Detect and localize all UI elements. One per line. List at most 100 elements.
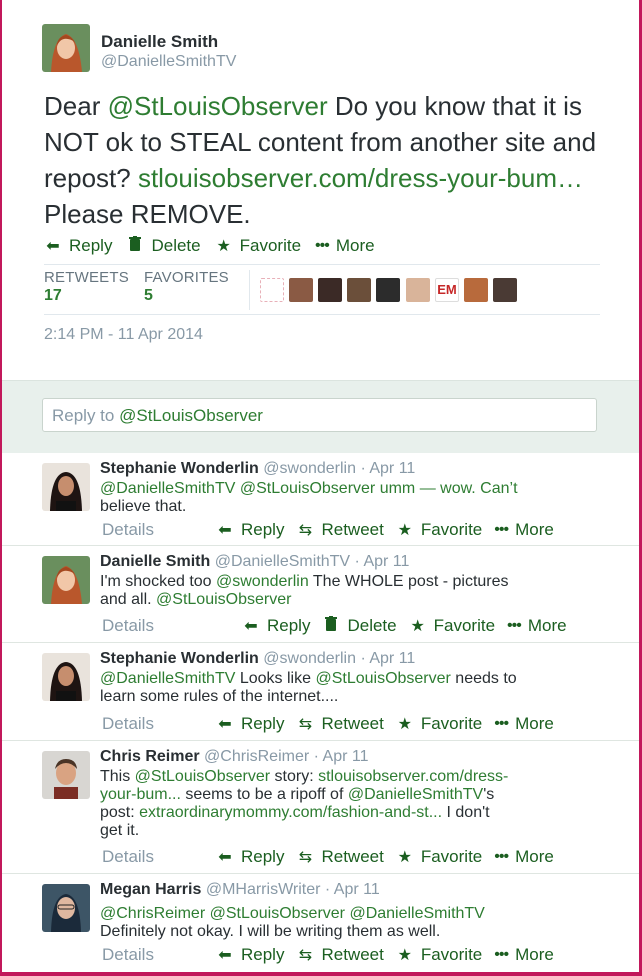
ellipsis-icon: •••: [494, 715, 509, 732]
reply-button[interactable]: ⬅ Reply: [216, 847, 284, 867]
stats-divider-bottom: [44, 314, 600, 315]
retweets-count[interactable]: 17: [44, 287, 62, 305]
star-icon: ★: [397, 947, 413, 964]
more-button[interactable]: ••• More: [507, 616, 567, 636]
main-tweet: Danielle Smith @DanielleSmithTV Dear @St…: [2, 0, 639, 380]
trash-icon: [322, 616, 340, 636]
mention-link[interactable]: @StLouisObserver: [108, 91, 328, 121]
ellipsis-icon: •••: [507, 617, 522, 634]
reply-text: I'm shocked too @swonderlin The WHOLE po…: [100, 573, 509, 608]
window-frame-bottom: [0, 972, 642, 976]
more-button[interactable]: ••• More: [494, 945, 554, 965]
retweet-icon: ⇆: [298, 849, 313, 866]
reply-text: @ChrisReimer @StLouisObserver @DanielleS…: [100, 905, 485, 940]
avatar[interactable]: [42, 751, 90, 799]
favorite-button[interactable]: ★ Favorite: [396, 714, 483, 734]
retweet-button[interactable]: ⇆ Retweet: [296, 714, 384, 734]
ellipsis-icon: •••: [494, 848, 509, 865]
list-item: Chris Reimer @ChrisReimer · Apr 11 This …: [2, 741, 639, 874]
url-link[interactable]: stlouisobserver.com/dress-your-bum…: [138, 163, 583, 193]
favoriter-avatar-3[interactable]: [318, 278, 342, 302]
star-icon: ★: [397, 716, 413, 733]
star-icon: ★: [410, 618, 425, 635]
avatar[interactable]: [42, 653, 90, 701]
avatar[interactable]: [42, 463, 90, 511]
favorite-button[interactable]: ★ Favorite: [396, 520, 483, 540]
reply-panel: Reply to @StLouisObserver: [2, 380, 639, 454]
reply-text: @DanielleSmithTV @StLouisObserver umm — …: [100, 480, 518, 515]
author-name[interactable]: Danielle Smith: [101, 32, 218, 52]
favoriter-avatar-5[interactable]: [376, 278, 400, 302]
tweet-timestamp[interactable]: 2:14 PM - 11 Apr 2014: [44, 326, 203, 344]
favorites-count[interactable]: 5: [144, 287, 153, 305]
retweet-button[interactable]: ⇆ Retweet: [296, 847, 384, 867]
reply-button[interactable]: ⬅ Reply: [216, 945, 284, 965]
reply-header: Chris Reimer @ChrisReimer · Apr 11: [100, 748, 369, 765]
reply-actions: ⬅ Reply ⇆ Retweet ★ Favorite ••• More: [216, 945, 554, 965]
reply-input[interactable]: Reply to @StLouisObserver: [42, 398, 597, 432]
reply-button[interactable]: ⬅ Reply: [216, 714, 284, 734]
favoriter-avatar-7[interactable]: EM: [435, 278, 459, 302]
author-avatar[interactable]: [42, 24, 90, 72]
details-link[interactable]: Details: [102, 945, 154, 965]
favoriter-avatar-8[interactable]: [464, 278, 488, 302]
reply-header: Danielle Smith @DanielleSmithTV · Apr 11: [100, 553, 410, 570]
more-button[interactable]: ••• More: [494, 714, 554, 734]
list-item: Megan Harris @MHarrisWriter · Apr 11 @Ch…: [2, 874, 639, 976]
details-link[interactable]: Details: [102, 847, 154, 867]
ellipsis-icon: •••: [494, 521, 509, 538]
star-icon: ★: [216, 238, 231, 255]
delete-button[interactable]: Delete: [126, 236, 201, 256]
list-item: Danielle Smith @DanielleSmithTV · Apr 11…: [2, 546, 639, 643]
star-icon: ★: [397, 849, 413, 866]
reply-text: This @StLouisObserver story: stlouisobse…: [100, 768, 509, 839]
favorites-label[interactable]: FAVORITES: [144, 269, 229, 286]
delete-button[interactable]: Delete: [322, 616, 397, 636]
reply-arrow-icon: ⬅: [46, 238, 60, 255]
favorite-button[interactable]: ★ Favorite: [396, 847, 483, 867]
favoriter-avatar-6[interactable]: [406, 278, 430, 302]
ellipsis-icon: •••: [494, 946, 509, 963]
reply-arrow-icon: ⬅: [218, 716, 232, 733]
more-button[interactable]: ••• More: [315, 236, 375, 256]
reply-text: @DanielleSmithTV Looks like @StLouisObse…: [100, 670, 517, 705]
favorite-button[interactable]: ★ Favorite: [396, 945, 483, 965]
retweet-icon: ⇆: [298, 522, 313, 539]
ellipsis-icon: •••: [315, 237, 330, 254]
more-button[interactable]: ••• More: [494, 520, 554, 540]
tweet-text: Dear @StLouisObserver Do you know that i…: [44, 91, 597, 229]
retweet-icon: ⇆: [298, 716, 313, 733]
details-link[interactable]: Details: [102, 714, 154, 734]
reply-actions: ⬅ Reply Delete ★ Favorite ••• More: [242, 616, 567, 636]
details-link[interactable]: Details: [102, 520, 154, 540]
stats-separator: [249, 270, 250, 310]
reply-button[interactable]: ⬅ Reply: [242, 616, 310, 636]
star-icon: ★: [397, 522, 413, 539]
reply-header: Megan Harris @MHarrisWriter · Apr 11: [100, 881, 380, 898]
favoriter-avatar-9[interactable]: [493, 278, 517, 302]
retweets-label[interactable]: RETWEETS: [44, 269, 129, 286]
reply-header: Stephanie Wonderlin @swonderlin · Apr 11: [100, 460, 416, 477]
list-item: Stephanie Wonderlin @swonderlin · Apr 11…: [2, 453, 639, 546]
stats-divider-top: [44, 264, 600, 265]
more-button[interactable]: ••• More: [494, 847, 554, 867]
tweet-actions: ⬅ Reply Delete ★ Favorite ••• More: [44, 236, 375, 256]
favorite-button[interactable]: ★ Favorite: [409, 616, 495, 636]
reply-arrow-icon: ⬅: [218, 522, 232, 539]
retweet-button[interactable]: ⇆ Retweet: [296, 945, 384, 965]
favoriter-avatar-4[interactable]: [347, 278, 371, 302]
favorite-button[interactable]: ★ Favorite: [215, 236, 301, 256]
avatar[interactable]: [42, 556, 90, 604]
reply-actions: ⬅ Reply ⇆ Retweet ★ Favorite ••• More: [216, 847, 554, 867]
favoriter-avatar-1[interactable]: [260, 278, 284, 302]
favoriter-avatar-2[interactable]: [289, 278, 313, 302]
avatar[interactable]: [42, 884, 90, 932]
retweet-icon: ⇆: [298, 947, 313, 964]
retweet-button[interactable]: ⇆ Retweet: [296, 520, 384, 540]
reply-button[interactable]: ⬅ Reply: [44, 236, 112, 256]
details-link[interactable]: Details: [102, 616, 154, 636]
list-item: Stephanie Wonderlin @swonderlin · Apr 11…: [2, 643, 639, 741]
reply-actions: ⬅ Reply ⇆ Retweet ★ Favorite ••• More: [216, 520, 554, 540]
reply-button[interactable]: ⬅ Reply: [216, 520, 284, 540]
author-handle[interactable]: @DanielleSmithTV: [101, 53, 236, 71]
